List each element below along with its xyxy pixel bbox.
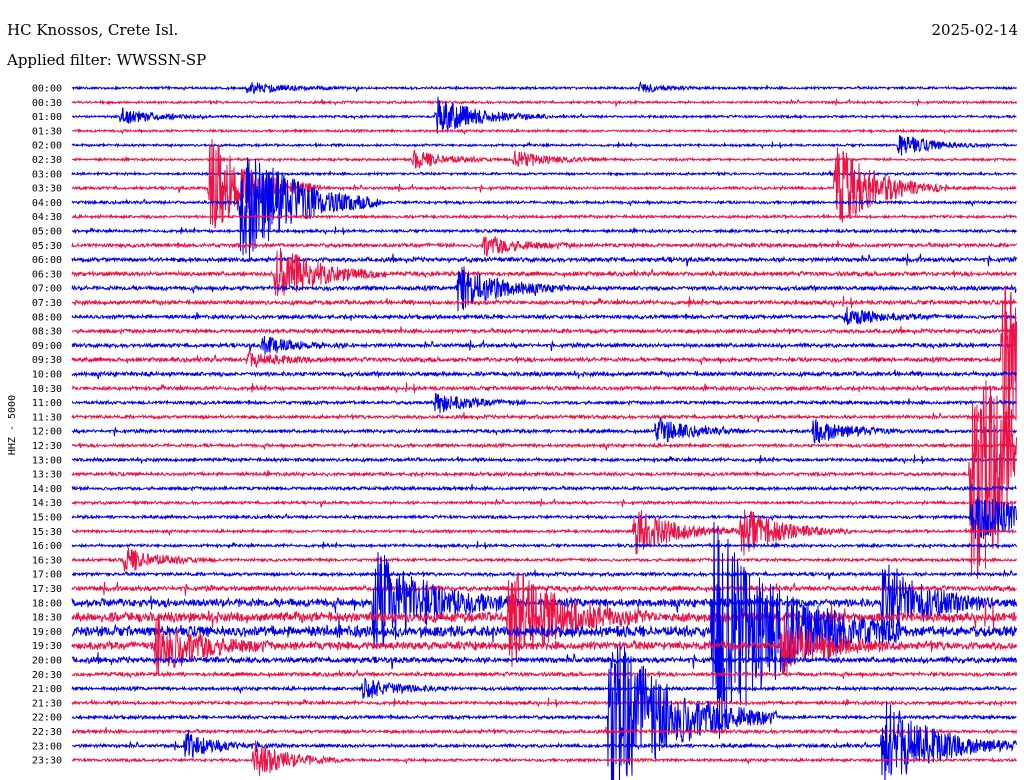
trace-row <box>71 521 1017 739</box>
trace-row <box>71 498 1017 508</box>
row-tick-label: 09:30 <box>32 355 62 366</box>
row-tick-label: 06:30 <box>32 269 62 280</box>
row-tick-label: 00:30 <box>32 98 62 109</box>
trace-row <box>71 483 1017 493</box>
trace-row <box>71 138 1017 229</box>
row-tick-label: 02:00 <box>32 141 62 152</box>
row-tick-label: 04:30 <box>32 212 62 223</box>
row-tick-label: 03:00 <box>32 169 62 180</box>
row-tick-label: 02:30 <box>32 155 62 166</box>
row-tick-labels: 00:00 00:30 01:00 01:30 02:00 02:30 03:00 03:30… <box>32 84 62 767</box>
trace-row <box>72 325 1017 336</box>
row-tick-label: 19:30 <box>32 641 62 652</box>
trace-row <box>71 380 1017 580</box>
row-tick-label: 00:00 <box>32 84 62 95</box>
trace-row <box>71 369 1017 380</box>
y-axis-label: HHZ - 5000 <box>7 395 18 455</box>
row-tick-label: 07:00 <box>32 284 62 295</box>
row-tick-label: 22:00 <box>32 713 62 724</box>
row-tick-label: 16:30 <box>32 555 62 566</box>
row-tick-label: 18:00 <box>32 598 62 609</box>
row-tick-label: 06:00 <box>32 255 62 266</box>
row-tick-label: 01:30 <box>32 126 62 137</box>
row-tick-label: 11:00 <box>32 398 62 409</box>
row-tick-label: 09:00 <box>32 341 62 352</box>
trace-row <box>71 568 1017 580</box>
trace-row <box>71 581 1017 596</box>
seismogram-plot: 00:00 00:30 01:00 01:30 02:00 02:30 03:00 03:30… <box>7 81 1017 780</box>
trace-row <box>71 726 1017 737</box>
row-tick-label: 12:30 <box>32 441 62 452</box>
trace-row <box>71 541 1017 550</box>
trace-row <box>71 652 1017 670</box>
trace-row <box>71 697 1017 708</box>
trace-row <box>71 98 1017 108</box>
row-tick-label: 10:00 <box>32 370 62 381</box>
row-tick-label: 21:00 <box>32 684 62 695</box>
row-tick-label: 18:30 <box>32 613 62 624</box>
trace-row <box>71 236 1017 257</box>
row-tick-label: 15:00 <box>32 513 62 524</box>
row-tick-label: 10:30 <box>32 384 62 395</box>
trace-group <box>71 81 1017 780</box>
row-tick-label: 03:30 <box>32 184 62 195</box>
row-tick-label: 19:00 <box>32 627 62 638</box>
trace-row <box>71 392 1017 414</box>
row-tick-label: 12:00 <box>32 427 62 438</box>
trace-row <box>71 411 1017 423</box>
trace-row <box>71 454 1017 465</box>
row-tick-label: 23:30 <box>32 756 62 767</box>
trace-row <box>71 418 1017 444</box>
trace-row <box>71 213 1017 221</box>
row-tick-label: 13:00 <box>32 455 62 466</box>
trace-row <box>71 226 1017 235</box>
trace-row <box>71 127 1017 136</box>
row-tick-label: 21:30 <box>32 698 62 709</box>
row-tick-label: 14:30 <box>32 498 62 509</box>
trace-row <box>71 81 1017 95</box>
trace-row <box>71 285 1017 437</box>
row-tick-label: 08:30 <box>32 327 62 338</box>
trace-row <box>71 253 1017 267</box>
row-tick-label: 20:30 <box>32 670 62 681</box>
row-tick-label: 17:00 <box>32 570 62 581</box>
row-tick-label: 15:30 <box>32 527 62 538</box>
row-tick-label: 13:30 <box>32 470 62 481</box>
trace-row <box>71 669 1017 680</box>
row-tick-label: 01:00 <box>32 112 62 123</box>
row-tick-label: 16:00 <box>32 541 62 552</box>
trace-row <box>71 382 1017 394</box>
row-tick-label: 04:00 <box>32 198 62 209</box>
row-tick-label: 14:00 <box>32 484 62 495</box>
trace-row <box>71 701 1017 780</box>
row-tick-label: 07:30 <box>32 298 62 309</box>
trace-row <box>71 306 1017 325</box>
trace-row <box>71 335 1017 355</box>
trace-row <box>71 547 1017 572</box>
row-tick-label: 23:00 <box>32 741 62 752</box>
row-tick-label: 08:00 <box>32 312 62 323</box>
trace-row <box>71 441 1017 452</box>
row-tick-label: 20:00 <box>32 656 62 667</box>
row-tick-label: 22:30 <box>32 727 62 738</box>
row-tick-label: 17:30 <box>32 584 62 595</box>
trace-row <box>71 295 1017 308</box>
trace-row <box>71 677 1017 699</box>
trace-row <box>71 509 1017 556</box>
row-tick-label: 11:30 <box>32 412 62 423</box>
row-tick-label: 05:30 <box>32 241 62 252</box>
row-tick-label: 05:00 <box>32 227 62 238</box>
